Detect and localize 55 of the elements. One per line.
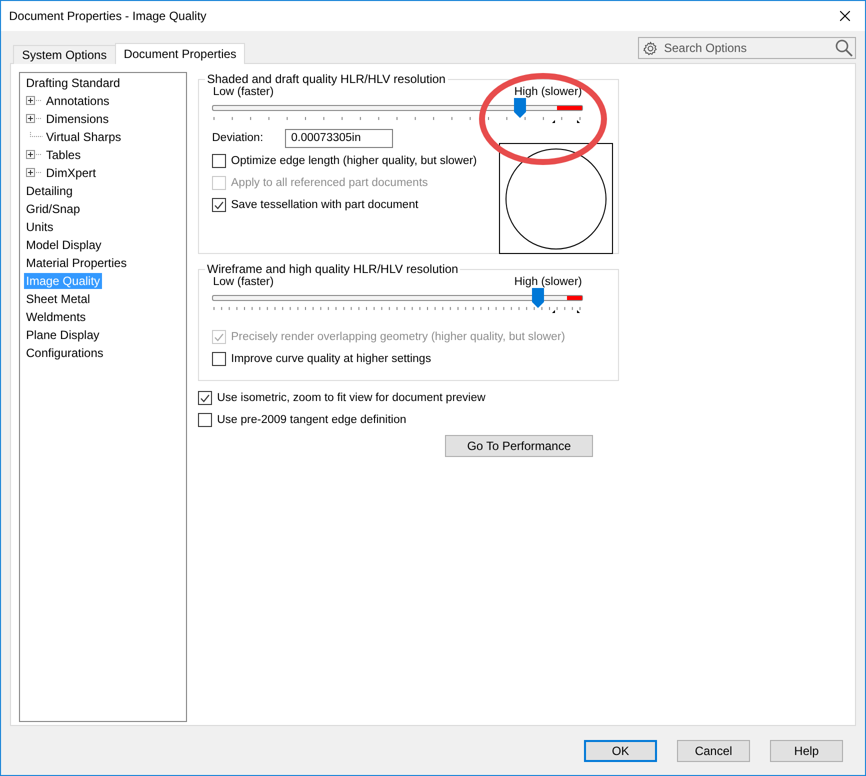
tab[interactable]: Document Properties <box>114 43 246 64</box>
checkbox[interactable] <box>198 391 212 405</box>
checkbox-label: Optimize edge length (higher quality, but slower) <box>231 155 477 167</box>
checkbox-label: Apply to all referenced part documents <box>231 177 428 189</box>
tree-item[interactable]: Material Properties <box>24 255 129 271</box>
quality-slider[interactable] <box>212 98 583 124</box>
deviation-field[interactable]: 0.00073305in <box>285 128 394 148</box>
tree-item[interactable]: Dimensions <box>44 111 111 127</box>
expand-icon[interactable] <box>26 150 44 160</box>
slider-label: High (slower) <box>514 276 582 288</box>
tree-item[interactable]: Units <box>24 219 56 235</box>
slider-label: High (slower) <box>514 86 582 98</box>
deviation-label: Deviation: <box>212 132 264 144</box>
checkbox[interactable] <box>212 154 226 168</box>
close-icon <box>840 11 850 21</box>
tree-item[interactable]: Weldments <box>24 309 88 325</box>
settings-icon <box>643 40 658 56</box>
dialog-button[interactable]: OK <box>584 740 657 762</box>
search-field[interactable]: Search Options <box>662 40 831 56</box>
slider-thumb[interactable] <box>514 98 526 118</box>
checkbox-label: Save tessellation with part document <box>231 199 418 211</box>
slider-label: Low (faster) <box>213 276 274 288</box>
tree-item[interactable]: Drafting Standard <box>24 75 122 91</box>
checkbox[interactable] <box>212 352 226 366</box>
dialog-button[interactable]: Help <box>770 740 843 762</box>
tree-item[interactable]: Tables <box>44 147 83 163</box>
search-box[interactable]: Search Options <box>638 37 856 59</box>
checkbox-label: Use isometric, zoom to fit view for document preview <box>217 392 486 404</box>
expand-icon[interactable] <box>26 168 44 178</box>
quality-slider[interactable] <box>212 288 583 314</box>
tree-item[interactable]: Configurations <box>24 345 106 361</box>
group-title: Shaded and draft quality HLR/HLV resolution <box>206 72 447 86</box>
checkbox[interactable] <box>198 413 212 427</box>
performance-button[interactable]: Go To Performance <box>445 435 593 457</box>
expand-icon[interactable] <box>26 114 44 124</box>
tree-item[interactable]: Detailing <box>24 183 75 199</box>
tab[interactable]: System Options <box>13 45 116 64</box>
tree-item[interactable]: Annotations <box>44 93 112 109</box>
tree-item[interactable]: Model Display <box>24 237 104 253</box>
tree-item[interactable]: Sheet Metal <box>24 291 92 307</box>
checkbox-label: Use pre-2009 tangent edge definition <box>217 414 406 426</box>
slider-label: Low (faster) <box>213 86 274 98</box>
checkbox[interactable] <box>212 198 226 212</box>
tree-item[interactable]: Virtual Sharps <box>44 129 124 145</box>
checkbox-label: Precisely render overlapping geometry (higher quality, but slower) <box>231 331 566 343</box>
group-title: Wireframe and high quality HLR/HLV resolution <box>206 262 460 276</box>
window-title: Document Properties - Image Quality <box>9 9 206 23</box>
slider-thumb[interactable] <box>532 288 544 308</box>
tree-item[interactable]: Plane Display <box>24 327 102 343</box>
search-icon[interactable] <box>835 39 853 57</box>
expand-icon[interactable] <box>26 96 44 106</box>
checkbox-label: Improve curve quality at higher settings <box>231 353 432 365</box>
dialog-button[interactable]: Cancel <box>677 740 750 762</box>
tree-item[interactable]: DimXpert <box>44 165 98 181</box>
tree-item[interactable]: Grid/Snap <box>24 201 82 217</box>
